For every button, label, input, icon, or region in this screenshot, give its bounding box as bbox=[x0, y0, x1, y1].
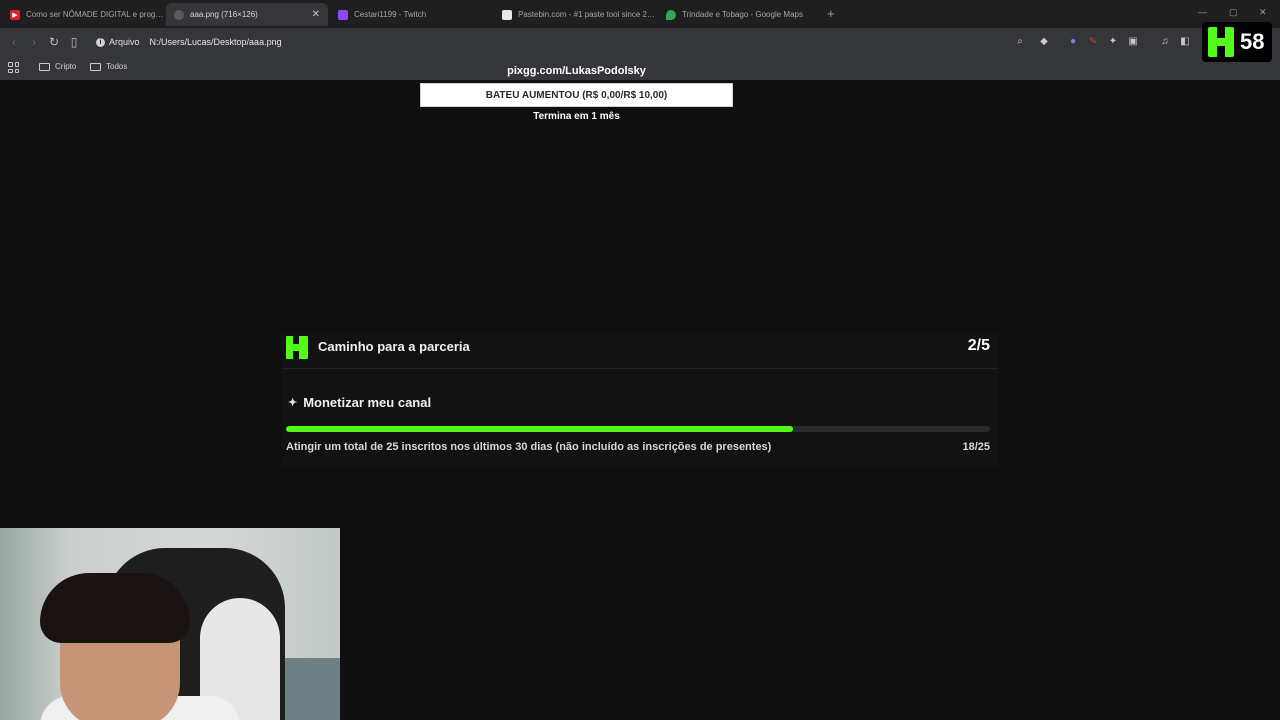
extension-red-icon[interactable]: ✎ bbox=[1087, 36, 1099, 48]
bookmark-folder-cripto[interactable]: Cripto bbox=[39, 62, 76, 71]
webcam-feed bbox=[0, 528, 340, 720]
task-title-row: ✦ Monetizar meu canal bbox=[288, 395, 431, 410]
tab-strip: ▶ Como ser NÔMADE DIGITAL e prog… aaa.pn… bbox=[0, 0, 1280, 28]
webcam-person-hair bbox=[40, 573, 190, 643]
folder-icon bbox=[90, 62, 101, 71]
tab-pastebin[interactable]: Pastebin.com - #1 paste tool since 2… bbox=[494, 3, 656, 26]
shield-icon[interactable]: ◆ bbox=[1038, 36, 1050, 48]
pastebin-icon bbox=[502, 9, 512, 20]
partnership-panel: Caminho para a parceria 2/5 ✦ Monetizar … bbox=[282, 333, 998, 466]
tab-title: Pastebin.com - #1 paste tool since 2… bbox=[518, 10, 655, 19]
close-tab-icon[interactable]: ✕ bbox=[306, 9, 320, 20]
forward-icon[interactable]: › bbox=[26, 34, 42, 50]
media-icon[interactable]: ♫ bbox=[1159, 36, 1171, 48]
bookmark-folder-todos[interactable]: Todos bbox=[90, 62, 127, 71]
task-progress-bar bbox=[286, 426, 990, 432]
kick-logo-icon bbox=[1208, 27, 1234, 57]
bookmark-label: Todos bbox=[106, 62, 128, 71]
task-progress-fill bbox=[286, 426, 793, 432]
kick-count: 58 bbox=[1240, 29, 1265, 54]
apps-grid-icon[interactable] bbox=[8, 62, 19, 73]
task-title: Monetizar meu canal bbox=[303, 395, 432, 410]
tab-title: aaa.png (716×126) bbox=[190, 10, 258, 19]
twitch-icon bbox=[338, 9, 348, 20]
screen: ▶ Como ser NÔMADE DIGITAL e prog… aaa.pn… bbox=[0, 0, 1280, 720]
browser-toolbar: ‹ › ↻ ▯ i Arquivo N:/Users/Lucas/Desktop… bbox=[0, 28, 1280, 56]
close-window-icon[interactable]: ✕ bbox=[1259, 7, 1267, 18]
folder-icon bbox=[39, 62, 50, 71]
goal-text: BATEU AUMENTOU (R$ 0,00/R$ 10,00) bbox=[485, 89, 668, 101]
task-count: 18/25 bbox=[962, 441, 990, 453]
panel-title: Caminho para a parceria bbox=[318, 339, 470, 354]
goal-box: BATEU AUMENTOU (R$ 0,00/R$ 10,00) bbox=[420, 83, 733, 107]
tab-title: Trindade e Tobago - Google Maps bbox=[682, 10, 803, 19]
youtube-icon: ▶ bbox=[10, 9, 20, 20]
image-file-icon bbox=[174, 9, 184, 20]
tab-maps[interactable]: Trindade e Tobago - Google Maps bbox=[658, 3, 820, 26]
new-tab-icon[interactable]: + bbox=[827, 6, 835, 21]
screenshot-icon[interactable]: ▣ bbox=[1127, 36, 1139, 48]
goal-url: pixgg.com/LukasPodolsky bbox=[507, 65, 646, 77]
bookmark-label: Cripto bbox=[55, 62, 77, 71]
tab-aaa-png[interactable]: aaa.png (716×126) ✕ bbox=[166, 3, 328, 26]
goal-subtitle: Termina em 1 mês bbox=[533, 111, 620, 122]
info-icon[interactable]: i bbox=[96, 37, 105, 47]
bookmark-icon[interactable]: ▯ bbox=[66, 34, 82, 50]
panel-header: Caminho para a parceria 2/5 bbox=[282, 333, 998, 369]
maps-pin-icon bbox=[666, 9, 676, 20]
kick-viewer-badge: 58 bbox=[1202, 22, 1272, 62]
maximize-icon[interactable]: ▢ bbox=[1229, 7, 1238, 18]
address-path: N:/Users/Lucas/Desktop/aaa.png bbox=[149, 37, 282, 47]
back-icon[interactable]: ‹ bbox=[6, 34, 22, 50]
extension-icon[interactable]: ● bbox=[1067, 36, 1079, 48]
tab-twitch[interactable]: Cestari1199 - Twitch bbox=[330, 3, 492, 26]
address-bar[interactable]: i Arquivo N:/Users/Lucas/Desktop/aaa.png bbox=[90, 31, 1100, 53]
minimize-icon[interactable]: — bbox=[1198, 7, 1207, 17]
tab-title: Cestari1199 - Twitch bbox=[354, 10, 427, 19]
puzzle-icon[interactable]: ✦ bbox=[1107, 36, 1119, 48]
reload-icon[interactable]: ↻ bbox=[46, 34, 62, 50]
side-panel-icon[interactable]: ◧ bbox=[1179, 36, 1191, 48]
tab-youtube[interactable]: ▶ Como ser NÔMADE DIGITAL e prog… bbox=[2, 3, 164, 26]
task-description: Atingir um total de 25 inscritos nos últ… bbox=[286, 441, 772, 453]
panel-step-count: 2/5 bbox=[967, 337, 990, 354]
tab-title: Como ser NÔMADE DIGITAL e prog… bbox=[26, 10, 164, 19]
address-scheme: Arquivo bbox=[109, 37, 140, 47]
kick-logo-icon bbox=[286, 336, 308, 359]
webcam-bed bbox=[280, 658, 340, 720]
sparkle-icon: ✦ bbox=[288, 397, 298, 409]
zoom-icon[interactable]: ⌕ bbox=[1014, 36, 1026, 48]
